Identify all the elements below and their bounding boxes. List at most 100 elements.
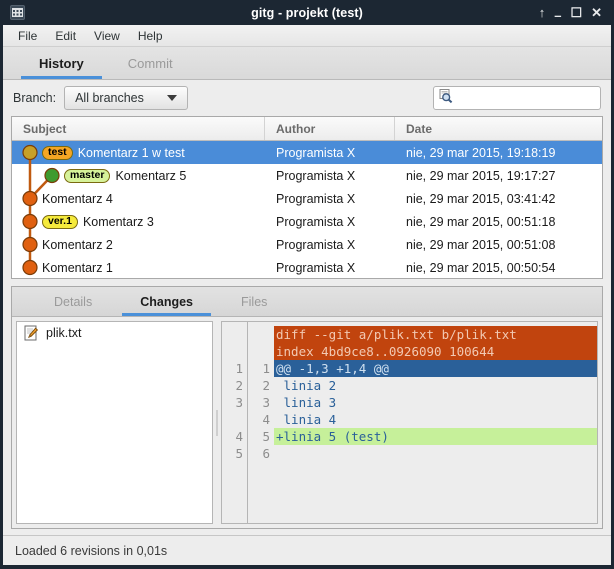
gitg-main-window: gitg - projekt (test) ↑ – ☐ ✕ File Edit … <box>0 0 614 569</box>
table-row[interactable]: test Komentarz 1 w test Programista X nie, … <box>12 141 602 164</box>
diff-line-number-new: 1 <box>262 361 270 376</box>
tab-history[interactable]: History <box>17 47 106 79</box>
diff-line-number-new: 3 <box>262 395 270 410</box>
maximize-button[interactable]: ☐ <box>570 6 582 19</box>
commit-subject-cell: master Komentarz 5 <box>12 164 265 187</box>
commit-subject-text: Komentarz 1 <box>42 260 113 275</box>
table-row[interactable]: Komentarz 2 Programista X nie, 29 mar 2015… <box>12 233 602 256</box>
close-button[interactable]: ✕ <box>591 6 602 19</box>
diff-line: index 4bd9ce8..0926090 100644 <box>274 343 597 360</box>
diff-line-number-old: 3 <box>235 395 243 410</box>
commit-subject-cell: Komentarz 4 <box>12 187 265 210</box>
commit-subject-cell: Komentarz 1 <box>12 256 265 278</box>
diff-line-number-old <box>222 411 243 428</box>
detail-tab-bar: Details Changes Files <box>12 287 602 317</box>
commit-subject-text: Komentarz 2 <box>42 237 113 252</box>
diff-line <box>274 445 597 462</box>
splitter-grip <box>216 409 218 436</box>
detail-body: plik.txt 1 2 3 4 5 1 2 3 4 5 6 diff --git a/plik.… <box>12 317 602 528</box>
commit-author-cell: Programista X <box>276 168 356 183</box>
commit-subject-cell: ver.1 Komentarz 3 <box>12 210 265 233</box>
commit-author-cell: Programista X <box>276 260 356 275</box>
branch-label: Branch: <box>13 91 57 105</box>
window-controls: ↑ – ☐ ✕ <box>539 6 605 22</box>
menu-bar: File Edit View Help <box>3 25 611 47</box>
diff-text[interactable]: diff --git a/plik.txt b/plik.txt index 4b… <box>274 322 597 523</box>
shade-button[interactable]: ↑ <box>539 6 546 19</box>
diff-view: 1 2 3 4 5 1 2 3 4 5 6 diff --git a/plik.txt b/pli… <box>221 321 598 524</box>
menu-edit[interactable]: Edit <box>46 27 85 45</box>
commit-author-cell: Programista X <box>276 191 356 206</box>
menu-view[interactable]: View <box>85 27 129 45</box>
commit-date-cell: nie, 29 mar 2015, 19:18:19 <box>406 145 556 160</box>
ref-badge[interactable]: test <box>42 145 73 160</box>
table-row[interactable]: ver.1 Komentarz 3 Programista X nie, 29 mar… <box>12 210 602 233</box>
window-title: gitg - projekt (test) <box>251 5 363 20</box>
diff-line: linia 4 <box>276 412 337 427</box>
diff-line-number-old: 1 <box>235 361 243 376</box>
diff-gutter-new: 1 2 3 4 5 6 <box>248 322 274 523</box>
tab-details[interactable]: Details <box>30 287 116 316</box>
branch-select[interactable]: All branches <box>64 86 189 110</box>
diff-gutter-old: 1 2 3 4 5 <box>222 322 248 523</box>
menu-help[interactable]: Help <box>129 27 172 45</box>
diff-line-number-new: 5 <box>262 429 270 444</box>
commit-date-cell: nie, 29 mar 2015, 00:51:18 <box>406 214 556 229</box>
diff-line: diff --git a/plik.txt b/plik.txt <box>274 326 597 343</box>
column-header-author[interactable]: Author <box>265 117 395 140</box>
changed-file-list: plik.txt <box>16 321 213 524</box>
chevron-down-icon <box>167 95 178 101</box>
commit-author-cell: Programista X <box>276 214 356 229</box>
list-item[interactable]: plik.txt <box>17 322 212 344</box>
diff-line-number-old: 5 <box>235 446 243 461</box>
diff-line-number-new: 2 <box>262 378 270 393</box>
main-tab-bar: History Commit <box>3 47 611 80</box>
commit-subject-text: Komentarz 1 w test <box>77 145 185 160</box>
history-rows: test Komentarz 1 w test Programista X nie, … <box>12 141 602 278</box>
ref-badge[interactable]: ver.1 <box>42 214 78 229</box>
commit-date-cell: nie, 29 mar 2015, 03:41:42 <box>406 191 556 206</box>
commit-date-cell: nie, 29 mar 2015, 00:51:08 <box>406 237 556 252</box>
diff-line-number-new <box>248 326 270 343</box>
column-header-subject[interactable]: Subject <box>12 117 265 140</box>
tab-changes[interactable]: Changes <box>116 287 217 316</box>
branch-select-value: All branches <box>75 91 144 105</box>
commit-date-cell: nie, 29 mar 2015, 19:17:27 <box>406 168 556 183</box>
history-header-row: Subject Author Date <box>12 117 602 141</box>
commit-subject-text: Komentarz 5 <box>115 168 187 183</box>
file-name: plik.txt <box>46 326 82 340</box>
diff-line: linia 2 <box>276 378 337 393</box>
search-icon <box>438 88 454 109</box>
diff-line-number-old: 2 <box>235 378 243 393</box>
diff-line-number-old: 4 <box>235 429 243 444</box>
diff-line-number-old <box>222 343 243 360</box>
commit-author-cell: Programista X <box>276 237 356 252</box>
branch-toolbar: Branch: All branches <box>3 80 612 116</box>
diff-line: linia 3 <box>276 395 337 410</box>
diff-line-number-old <box>222 326 243 343</box>
column-header-date[interactable]: Date <box>395 117 602 140</box>
table-row[interactable]: Komentarz 1 Programista X nie, 29 mar 2015… <box>12 256 602 278</box>
status-text: Loaded 6 revisions in 0,01s <box>15 543 168 558</box>
app-grid-icon[interactable] <box>10 5 25 20</box>
commit-subject-text: Komentarz 3 <box>82 214 154 229</box>
diff-line-number-new: 6 <box>262 446 270 461</box>
commit-subject-cell: test Komentarz 1 w test <box>12 141 265 164</box>
pane-splitter[interactable] <box>213 317 221 528</box>
tab-commit[interactable]: Commit <box>106 47 195 79</box>
status-bar: Loaded 6 revisions in 0,01s <box>3 535 611 565</box>
table-row[interactable]: Komentarz 4 Programista X nie, 29 mar 2015… <box>12 187 602 210</box>
menu-file[interactable]: File <box>9 27 46 45</box>
commit-date-cell: nie, 29 mar 2015, 00:50:54 <box>406 260 556 275</box>
title-bar: gitg - projekt (test) ↑ – ☐ ✕ <box>3 0 611 25</box>
minimize-button[interactable]: – <box>554 9 561 22</box>
detail-pane: Details Changes Files plik.txt 1 2 3 4 5 1 2 3… <box>11 286 603 529</box>
diff-line: +linia 5 (test) <box>274 428 597 445</box>
table-row[interactable]: master Komentarz 5 Programista X nie, 29 ma… <box>12 164 602 187</box>
commit-author-cell: Programista X <box>276 145 356 160</box>
search-input[interactable] <box>454 91 612 105</box>
file-edit-icon <box>23 325 39 341</box>
tab-files[interactable]: Files <box>217 287 291 316</box>
ref-badge[interactable]: master <box>64 168 111 183</box>
search-box[interactable] <box>433 86 612 110</box>
